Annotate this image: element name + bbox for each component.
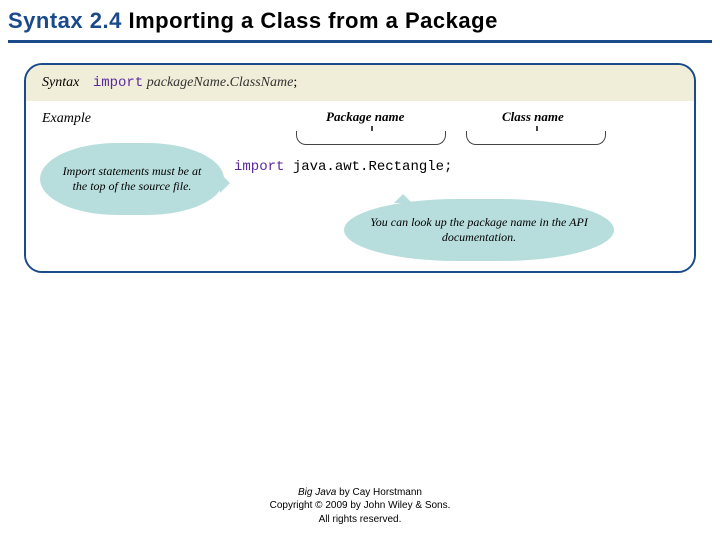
title-prefix: Syntax 2.4 (8, 8, 122, 33)
syntax-package-placeholder: packageName (147, 75, 226, 90)
title-main: Importing a Class from a Package (122, 8, 498, 33)
syntax-class-placeholder: ClassName (230, 75, 294, 90)
code-keyword: import (234, 159, 284, 175)
footer-rights: All rights reserved. (0, 513, 720, 527)
title-underline (8, 40, 712, 43)
code-class: Rectangle (368, 159, 444, 175)
example-code: import java.awt.Rectangle; (234, 159, 452, 175)
callout-left-text: Import statements must be at the top of … (56, 164, 208, 194)
footer-book-title: Big Java (298, 487, 336, 498)
brace-package-icon (296, 131, 446, 145)
syntax-box: Syntax import packageName.ClassName; Exa… (24, 63, 696, 273)
callout-right-text: You can look up the package name in the … (360, 215, 598, 245)
brace-class-icon (466, 131, 606, 145)
example-area: Example Package name Class name import j… (26, 101, 694, 271)
code-package: java.awt (293, 159, 360, 175)
footer-line1: Big Java by Cay Horstmann (0, 486, 720, 500)
syntax-keyword: import (93, 75, 143, 91)
syntax-row: Syntax import packageName.ClassName; (26, 65, 694, 101)
annotation-package: Package name (326, 109, 404, 125)
syntax-label: Syntax (42, 75, 79, 90)
callout-right: You can look up the package name in the … (344, 199, 614, 261)
footer: Big Java by Cay Horstmann Copyright © 20… (0, 486, 720, 527)
slide-title: Syntax 2.4 Importing a Class from a Pack… (0, 0, 720, 38)
syntax-terminator: ; (293, 75, 297, 90)
footer-copyright: Copyright © 2009 by John Wiley & Sons. (0, 499, 720, 513)
footer-byline: by Cay Horstmann (336, 487, 422, 498)
code-terminator: ; (444, 159, 452, 175)
annotation-class: Class name (502, 109, 564, 125)
callout-left: Import statements must be at the top of … (40, 143, 224, 215)
